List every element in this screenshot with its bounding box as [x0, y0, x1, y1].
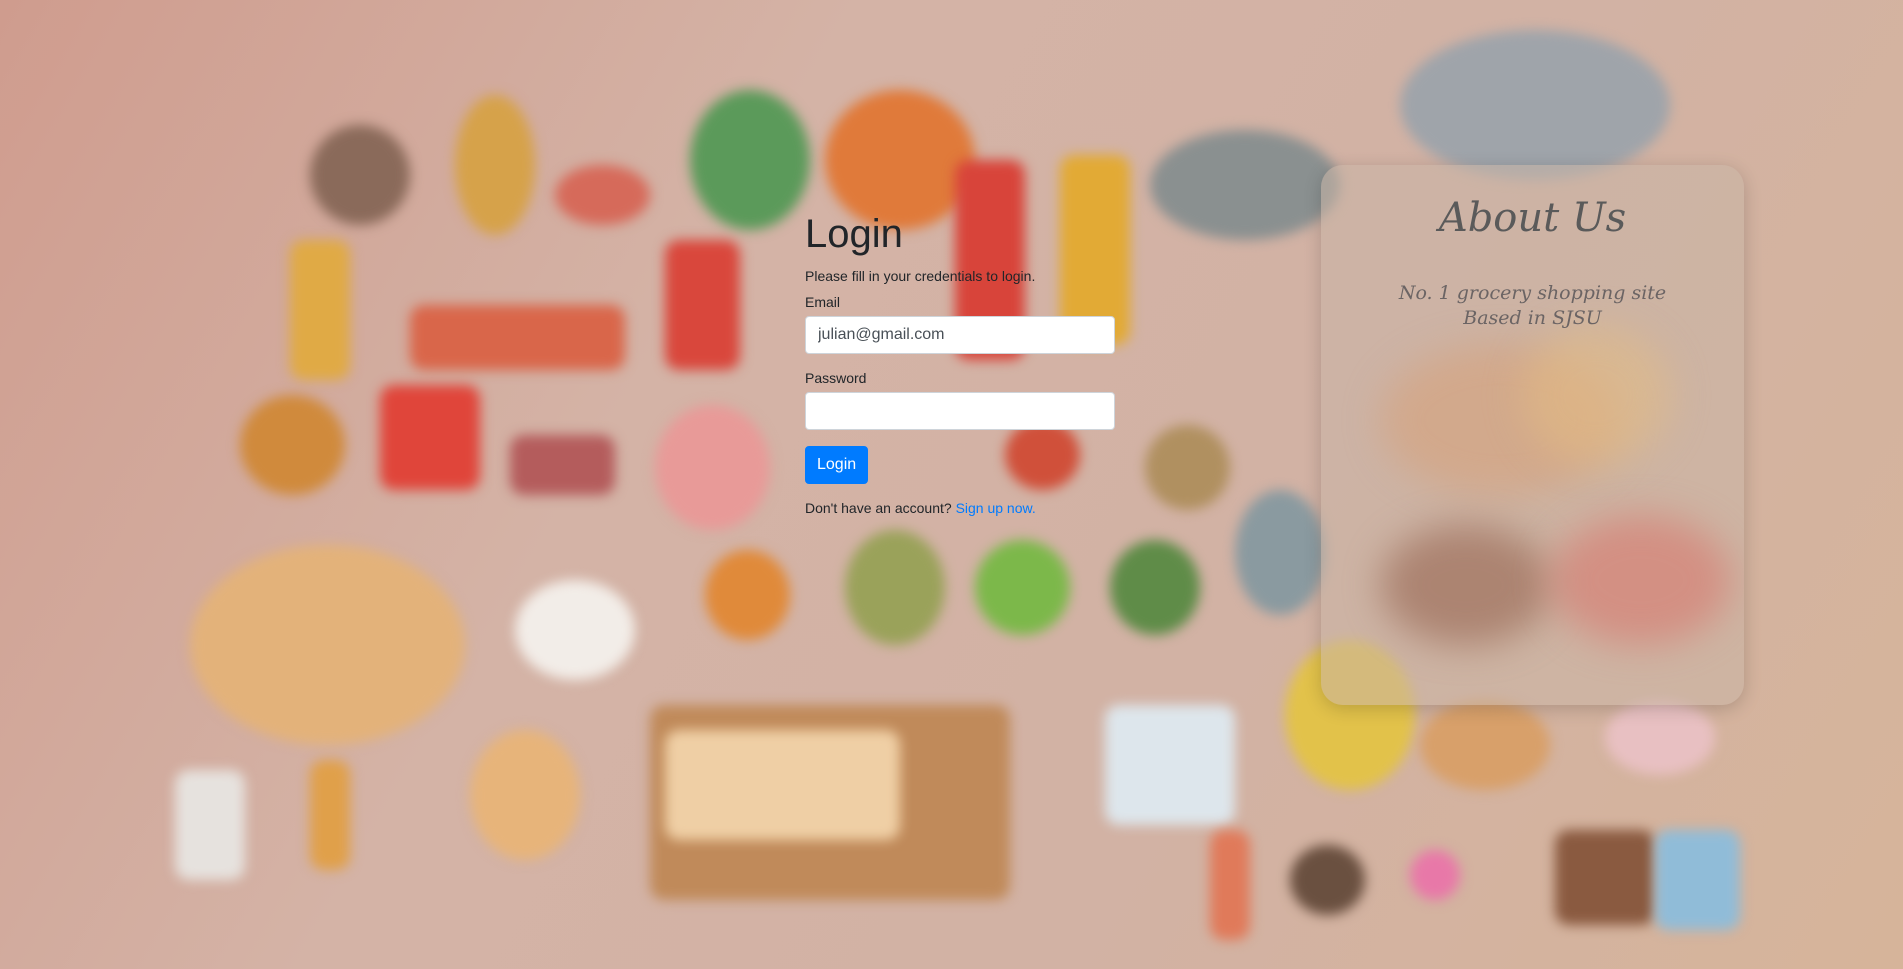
about-panel: About Us No. 1 grocery shopping site Bas… — [1321, 165, 1744, 705]
email-field[interactable] — [805, 316, 1115, 354]
about-line-2: Based in SJSU — [1463, 307, 1602, 329]
login-subtitle: Please fill in your credentials to login… — [805, 268, 1036, 284]
login-title: Login — [805, 212, 903, 256]
signup-prompt-text: Don't have an account? — [805, 500, 952, 516]
password-field[interactable] — [805, 392, 1115, 430]
email-label: Email — [805, 294, 841, 310]
signup-prompt: Don't have an account? Sign up now. — [805, 500, 1115, 516]
login-form: Login Please fill in your credentials to… — [805, 210, 1115, 516]
login-button[interactable]: Login — [805, 446, 869, 484]
signup-link[interactable]: Sign up now. — [956, 500, 1036, 516]
about-line-1: No. 1 grocery shopping site — [1398, 282, 1667, 304]
about-title: About Us — [1438, 195, 1627, 241]
password-label: Password — [805, 370, 867, 386]
